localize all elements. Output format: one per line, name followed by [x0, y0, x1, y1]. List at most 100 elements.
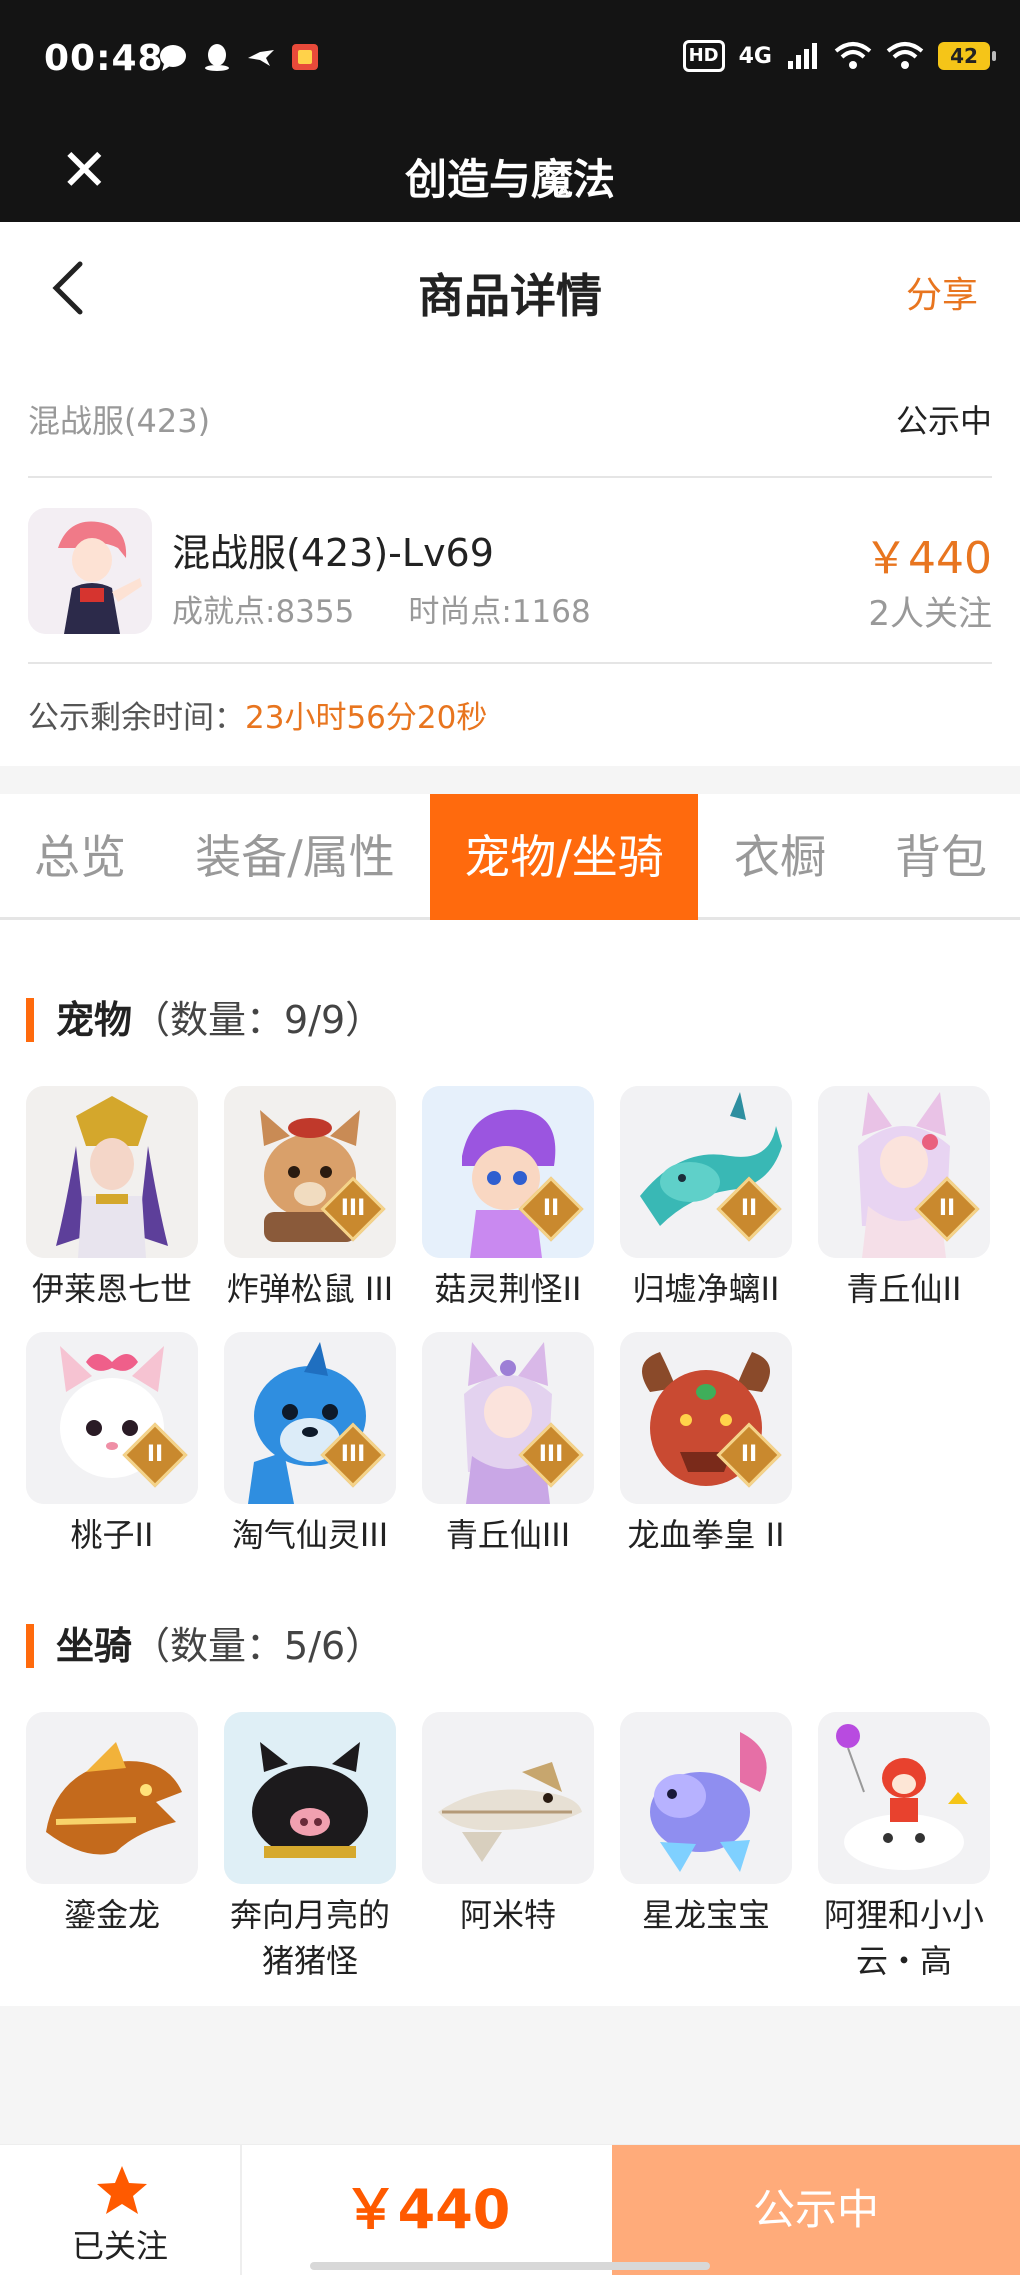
mount-name: 鎏金龙	[63, 1896, 160, 1934]
divider	[0, 766, 1020, 794]
fashion-points: 时尚点:1168	[408, 594, 591, 630]
page-title: 商品详情	[418, 269, 602, 323]
bottom-spacer	[0, 2006, 1020, 2144]
pet-name: 炸弹松鼠 III	[226, 1270, 394, 1308]
star-icon	[97, 2166, 147, 2214]
pet-thumbnail: II	[818, 1086, 990, 1258]
pets-section-title: 宠物（数量：9/9）	[26, 998, 383, 1042]
wifi-icon-2	[886, 42, 924, 69]
tab-bag[interactable]: 背包	[862, 794, 1020, 920]
pet-thumbnail: II	[26, 1332, 198, 1504]
follow-button[interactable]: 已关注	[0, 2145, 242, 2275]
network-label: 4G	[738, 43, 772, 69]
countdown-value: 23小时56分20秒	[245, 700, 488, 736]
bird-icon	[246, 42, 276, 72]
tab-equipment[interactable]: 装备/属性	[160, 794, 430, 920]
status-button[interactable]: 公示中	[612, 2145, 1020, 2275]
pet-thumbnail: III	[422, 1332, 594, 1504]
achievement-points: 成就点:8355	[172, 594, 355, 630]
pet-item[interactable]: II 龙血拳皇 II	[620, 1332, 792, 1558]
home-indicator[interactable]	[310, 2262, 710, 2270]
pets-count: （数量：9/9）	[132, 998, 384, 1042]
listing-status: 公示中	[895, 402, 992, 440]
page-header: 商品详情 分享	[0, 222, 1020, 352]
rank-label: II	[740, 1196, 758, 1221]
pet-item[interactable]: II 桃子II	[26, 1332, 198, 1558]
server-name: 混战服(423)	[28, 402, 211, 440]
pet-item[interactable]: II 菇灵荆怪II	[422, 1086, 594, 1312]
item-name: 混战服(423)-Lv69	[172, 531, 494, 575]
rank-label: III	[340, 1196, 366, 1221]
signal-icon	[788, 43, 817, 69]
pet-item[interactable]: III 炸弹松鼠 III	[224, 1086, 396, 1312]
item-price: ￥440	[864, 533, 992, 584]
app-icon	[290, 42, 320, 72]
tab-pets-mounts[interactable]: 宠物/坐骑	[430, 794, 698, 920]
pet-name: 菇灵荆怪II	[434, 1270, 582, 1308]
item-summary[interactable]: 混战服(423)-Lv69 成就点:8355 时尚点:1168 ￥440 2人关…	[28, 478, 992, 664]
bottom-price: ￥440	[343, 2178, 511, 2241]
rank-label: III	[538, 1442, 564, 1467]
rank-label: III	[340, 1442, 366, 1467]
chat-icon	[158, 42, 188, 72]
tab-wardrobe[interactable]: 衣橱	[698, 794, 862, 920]
rank-label: II	[938, 1196, 956, 1221]
pet-name: 桃子II	[70, 1516, 154, 1554]
pet-item[interactable]: III 淘气仙灵III	[224, 1332, 396, 1558]
rank-label: II	[542, 1196, 560, 1221]
mounts-title: 坐骑	[56, 1624, 133, 1668]
share-button[interactable]: 分享	[906, 266, 978, 318]
mount-item[interactable]: 阿狸和小小云・高	[818, 1712, 990, 1984]
mount-thumbnail	[818, 1712, 990, 1884]
hd-icon: HD	[682, 40, 725, 72]
pet-item[interactable]: II 归墟净螭II	[620, 1086, 792, 1312]
mount-item[interactable]: 阿米特	[422, 1712, 594, 1938]
pet-name: 归墟净螭II	[632, 1270, 780, 1308]
tab-overview[interactable]: 总览	[0, 794, 160, 920]
pets-title: 宠物	[56, 998, 133, 1042]
notification-icons	[158, 42, 320, 72]
mount-item[interactable]: 奔向月亮的猪猪怪	[224, 1712, 396, 1984]
rank-label: II	[146, 1442, 164, 1467]
mount-name: 阿米特	[459, 1896, 556, 1934]
server-row: 混战服(423) 公示中	[28, 370, 992, 478]
mount-thumbnail	[224, 1712, 396, 1884]
countdown: 公示剩余时间：23小时56分20秒	[28, 692, 487, 737]
mount-name: 奔向月亮的猪猪怪	[229, 1896, 390, 1980]
status-bar: 00:48 HD 4G 42	[0, 0, 1020, 120]
pets-grid: 伊莱恩七世 III 炸弹松鼠 III II 菇灵荆怪II II 归墟净螭II I…	[26, 1086, 996, 1556]
status-time: 00:48	[44, 38, 164, 79]
pet-thumbnail: II	[620, 1086, 792, 1258]
tab-bar: 总览 装备/属性 宠物/坐骑 衣橱 背包	[0, 794, 1020, 920]
status-right: HD 4G 42	[682, 40, 996, 72]
mount-item[interactable]: 星龙宝宝	[620, 1712, 792, 1938]
mount-thumbnail	[422, 1712, 594, 1884]
character-avatar	[28, 508, 152, 634]
pet-thumbnail: II	[620, 1332, 792, 1504]
pet-thumbnail: II	[422, 1086, 594, 1258]
mount-name: 星龙宝宝	[641, 1896, 770, 1934]
mount-item[interactable]: 鎏金龙	[26, 1712, 198, 1938]
mounts-grid: 鎏金龙 奔向月亮的猪猪怪 阿米特 星龙宝宝 阿狸和小小云・高	[26, 1712, 996, 1992]
app-title: 创造与魔法	[404, 155, 615, 204]
mount-thumbnail	[620, 1712, 792, 1884]
pet-name: 伊莱恩七世	[31, 1270, 192, 1308]
pet-name: 龙血拳皇 II	[627, 1516, 785, 1554]
pet-item[interactable]: III 青丘仙III	[422, 1332, 594, 1558]
countdown-label: 公示剩余时间：	[28, 700, 245, 736]
battery-icon: 42	[938, 42, 996, 70]
pet-name: 青丘仙III	[445, 1516, 571, 1554]
pet-thumbnail	[26, 1086, 198, 1258]
mounts-section-title: 坐骑（数量：5/6）	[26, 1624, 383, 1668]
pet-thumbnail: III	[224, 1332, 396, 1504]
pet-name: 青丘仙II	[846, 1270, 962, 1308]
rank-label: II	[740, 1442, 758, 1467]
pet-item[interactable]: II 青丘仙II	[818, 1086, 990, 1312]
mount-name: 阿狸和小小云・高	[823, 1896, 984, 1980]
follow-label: 已关注	[71, 2227, 168, 2265]
pet-thumbnail: III	[224, 1086, 396, 1258]
qq-icon	[202, 42, 232, 72]
wifi-icon	[834, 42, 872, 69]
pet-name: 淘气仙灵III	[231, 1516, 389, 1554]
pet-item[interactable]: 伊莱恩七世	[26, 1086, 198, 1312]
